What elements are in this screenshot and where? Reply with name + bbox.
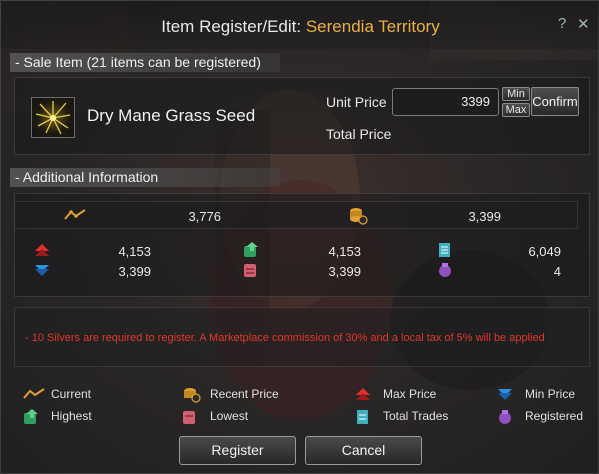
legend-min-price-label: Min Price — [525, 387, 576, 401]
additional-info-header: - Additional Information — [10, 168, 280, 187]
recent-price-legend-icon — [184, 388, 201, 403]
legend-current-label: Current — [51, 387, 92, 401]
highest-value: 4,153 — [328, 244, 361, 259]
lowest-icon — [244, 264, 256, 277]
confirm-button[interactable]: Confirm — [531, 87, 579, 116]
max-price-button[interactable]: Max — [502, 103, 530, 117]
item-icon[interactable] — [31, 97, 75, 138]
cancel-button[interactable]: Cancel — [305, 436, 422, 465]
registered-legend-icon — [499, 410, 511, 424]
min-price-icon — [35, 265, 49, 276]
dialog-titlebar[interactable]: Item Register/Edit: Serendia Territory — [1, 1, 599, 49]
territory-name: Serendia Territory — [305, 17, 440, 36]
item-register-dialog: Item Register/Edit: Serendia Territory ?… — [0, 0, 599, 474]
legend: Current Recent Price Max Price Min Price — [1, 379, 599, 429]
register-button[interactable]: Register — [179, 436, 296, 465]
recent-price-value: 3,399 — [468, 209, 501, 224]
highest-legend-icon — [24, 409, 38, 424]
highest-icon — [244, 242, 258, 257]
commission-notice-panel: - 10 Silvers are required to register. A… — [14, 307, 590, 367]
total-price-label: Total Price — [326, 126, 392, 142]
total-trades-value: 6,049 — [528, 244, 561, 259]
sale-item-header: - Sale Item (21 items can be registered) — [10, 53, 280, 72]
legend-max-price-label: Max Price — [383, 387, 437, 401]
min-price-button[interactable]: Min — [502, 87, 530, 101]
total-trades-icon — [439, 243, 450, 257]
commission-notice: - 10 Silvers are required to register. A… — [25, 332, 545, 344]
lowest-value: 3,399 — [328, 264, 361, 279]
registered-value: 4 — [553, 264, 561, 279]
legend-total-trades-label: Total Trades — [383, 409, 449, 423]
close-icon[interactable]: ✕ — [577, 15, 590, 33]
min-price-value: 3,399 — [118, 264, 151, 279]
dialog-title: Item Register/Edit: — [161, 17, 306, 36]
legend-lowest-label: Lowest — [210, 409, 249, 423]
grass-seed-icon — [35, 101, 71, 135]
unit-price-input[interactable]: 3399 — [392, 88, 499, 116]
max-price-value: 4,153 — [118, 244, 151, 259]
total-trades-legend-icon — [357, 410, 368, 424]
current-price-value: 3,776 — [188, 209, 221, 224]
unit-price-label: Unit Price — [326, 94, 387, 110]
lowest-legend-icon — [183, 411, 195, 424]
current-legend-icon — [23, 388, 45, 399]
legend-registered-label: Registered — [525, 409, 584, 423]
item-name: Dry Mane Grass Seed — [87, 106, 256, 125]
current-price-icon — [64, 209, 86, 220]
min-price-legend-icon — [498, 389, 512, 400]
recent-price-icon — [350, 208, 368, 225]
legend-recent-price-label: Recent Price — [210, 387, 279, 401]
registered-icon — [439, 263, 451, 277]
legend-highest-label: Highest — [51, 409, 92, 423]
max-price-icon — [35, 244, 49, 256]
help-icon[interactable]: ? — [558, 15, 566, 32]
max-price-legend-icon — [356, 388, 370, 400]
